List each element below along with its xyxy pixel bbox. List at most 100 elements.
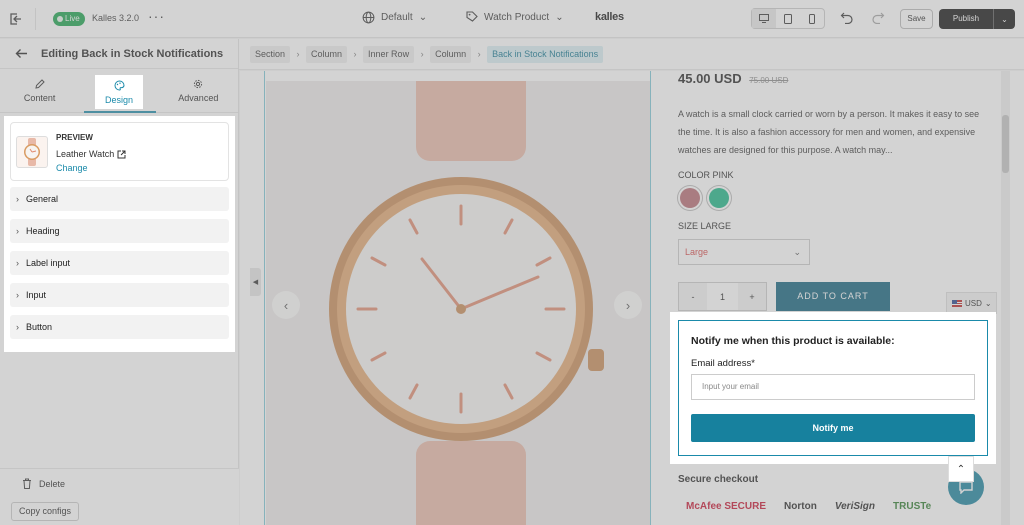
- chevron-down-icon: ⌄: [418, 12, 428, 23]
- save-button[interactable]: Save: [900, 9, 933, 29]
- price-value: 45.00 USD: [678, 71, 742, 86]
- tab-content[interactable]: Content: [0, 69, 79, 112]
- mobile-icon[interactable]: [800, 9, 824, 28]
- breadcrumb-item[interactable]: Section: [250, 45, 291, 63]
- verisign-logo: VeriSign: [834, 501, 876, 512]
- delete-label: Delete: [39, 478, 66, 489]
- panel-footer: Delete Copy configs: [0, 468, 239, 525]
- back-in-stock-block[interactable]: Notify me when this product is available…: [670, 312, 996, 464]
- notify-me-button[interactable]: Notify me: [691, 414, 975, 442]
- redo-icon[interactable]: [871, 10, 885, 27]
- back-arrow-icon[interactable]: [12, 45, 30, 63]
- breadcrumb-item[interactable]: Column: [430, 45, 472, 63]
- live-badge: Live: [53, 12, 85, 26]
- chevron-right-icon: ›: [16, 290, 19, 300]
- chevron-right-icon: ›: [477, 49, 481, 59]
- column-guide: [650, 71, 651, 525]
- section-general[interactable]: › General: [10, 187, 229, 211]
- email-label: Email address*: [691, 358, 755, 369]
- email-field[interactable]: Input your email: [691, 374, 975, 400]
- compare-price: 75.00 USD: [749, 76, 789, 85]
- color-label: COLOR PINK: [678, 170, 734, 180]
- external-link-icon[interactable]: [117, 150, 126, 159]
- next-image-icon[interactable]: ›: [614, 291, 642, 319]
- breadcrumb: Section › Column › Inner Row › Column › …: [239, 39, 1024, 70]
- preview-product: Leather Watch: [56, 149, 126, 159]
- theme-name: Kalles 3.2.0: [92, 13, 140, 23]
- section-label: General: [26, 194, 59, 204]
- gear-icon: [194, 79, 203, 88]
- copy-configs-button[interactable]: Copy configs: [11, 502, 80, 521]
- currency-switcher[interactable]: USD ⌄: [946, 292, 997, 314]
- store-logo: kalles: [595, 11, 624, 23]
- tab-design-active[interactable]: Design: [95, 75, 143, 109]
- product-select[interactable]: Watch Product ⌄: [466, 11, 564, 23]
- panel-header: Editing Back in Stock Notifications: [0, 39, 238, 69]
- palette-icon: [114, 79, 125, 91]
- panel-title: Editing Back in Stock Notifications: [41, 47, 224, 60]
- tag-icon: [466, 11, 478, 22]
- preview-label: PREVIEW: [56, 133, 93, 142]
- undo-icon[interactable]: [840, 10, 854, 27]
- exit-icon[interactable]: [8, 11, 24, 27]
- scroll-to-top-icon[interactable]: ⌃: [948, 456, 974, 482]
- breadcrumb-item-current[interactable]: Back in Stock Notifications: [487, 45, 604, 63]
- product-thumbnail: [16, 136, 48, 168]
- chevron-down-icon: ⌄: [555, 11, 564, 23]
- qty-minus-button[interactable]: -: [679, 283, 707, 310]
- column-guide: [264, 71, 265, 525]
- swatch-green[interactable]: [709, 188, 729, 208]
- us-flag-icon: [952, 299, 962, 307]
- chevron-right-icon: ›: [16, 194, 19, 204]
- quantity-stepper: - 1 +: [678, 282, 767, 311]
- prev-image-icon[interactable]: ‹: [272, 291, 300, 319]
- publish-label: Publish: [952, 14, 980, 23]
- add-to-cart-button[interactable]: ADD TO CART: [776, 282, 890, 311]
- mcafee-logo: McAfee SECURE: [686, 501, 767, 512]
- trust-logos: McAfee SECURE Norton VeriSign TRUSTe: [686, 501, 931, 512]
- scrollbar-thumb[interactable]: [1002, 115, 1009, 173]
- globe-icon: [362, 11, 375, 24]
- qty-value[interactable]: 1: [707, 283, 738, 310]
- chevron-right-icon: ›: [353, 49, 357, 59]
- preview-card: PREVIEW Leather Watch Change: [10, 122, 229, 181]
- tablet-icon[interactable]: [776, 9, 800, 28]
- page-select-label: Default: [381, 12, 413, 23]
- norton-logo: Norton: [784, 501, 817, 512]
- section-heading[interactable]: › Heading: [10, 219, 229, 243]
- change-product-link[interactable]: Change: [56, 163, 88, 173]
- active-tab-indicator: [84, 111, 156, 113]
- chevron-down-icon[interactable]: ⌄: [993, 9, 1015, 29]
- tab-content-label: Content: [23, 92, 56, 103]
- size-label: SIZE LARGE: [678, 221, 732, 231]
- delete-button[interactable]: Delete: [22, 478, 65, 489]
- size-select[interactable]: Large ⌄: [678, 239, 810, 265]
- product-image[interactable]: ‹ ›: [266, 81, 650, 525]
- section-label: Label input: [26, 258, 71, 268]
- watch-image: [329, 81, 604, 525]
- swatch-pink[interactable]: [680, 188, 700, 208]
- more-icon[interactable]: ···: [148, 8, 165, 24]
- breadcrumb-item[interactable]: Column: [306, 45, 348, 63]
- breadcrumb-item[interactable]: Inner Row: [363, 45, 415, 63]
- page-template-select[interactable]: Default ⌄: [362, 11, 427, 24]
- section-label-input[interactable]: › Label input: [10, 251, 229, 275]
- qty-plus-button[interactable]: +: [738, 283, 766, 310]
- collapse-panel-icon[interactable]: ◀: [250, 268, 261, 296]
- product-select-label: Watch Product: [484, 11, 550, 23]
- scrollbar[interactable]: [1001, 71, 1010, 525]
- tab-advanced-label: Advanced: [178, 92, 219, 103]
- pencil-icon: [35, 78, 45, 89]
- product-price: 45.00 USD 75.00 USD: [678, 71, 788, 86]
- publish-button[interactable]: Publish ⌄: [939, 9, 1015, 29]
- tab-design-label: Design: [104, 94, 133, 105]
- divider: [35, 8, 36, 30]
- section-button[interactable]: › Button: [10, 315, 229, 339]
- desktop-icon[interactable]: [752, 9, 776, 28]
- chevron-right-icon: ›: [16, 322, 19, 332]
- tab-advanced[interactable]: Advanced: [159, 69, 238, 112]
- notify-form: Notify me when this product is available…: [678, 320, 988, 456]
- trash-icon: [23, 478, 31, 489]
- section-input[interactable]: › Input: [10, 283, 229, 307]
- section-label: Button: [26, 322, 53, 332]
